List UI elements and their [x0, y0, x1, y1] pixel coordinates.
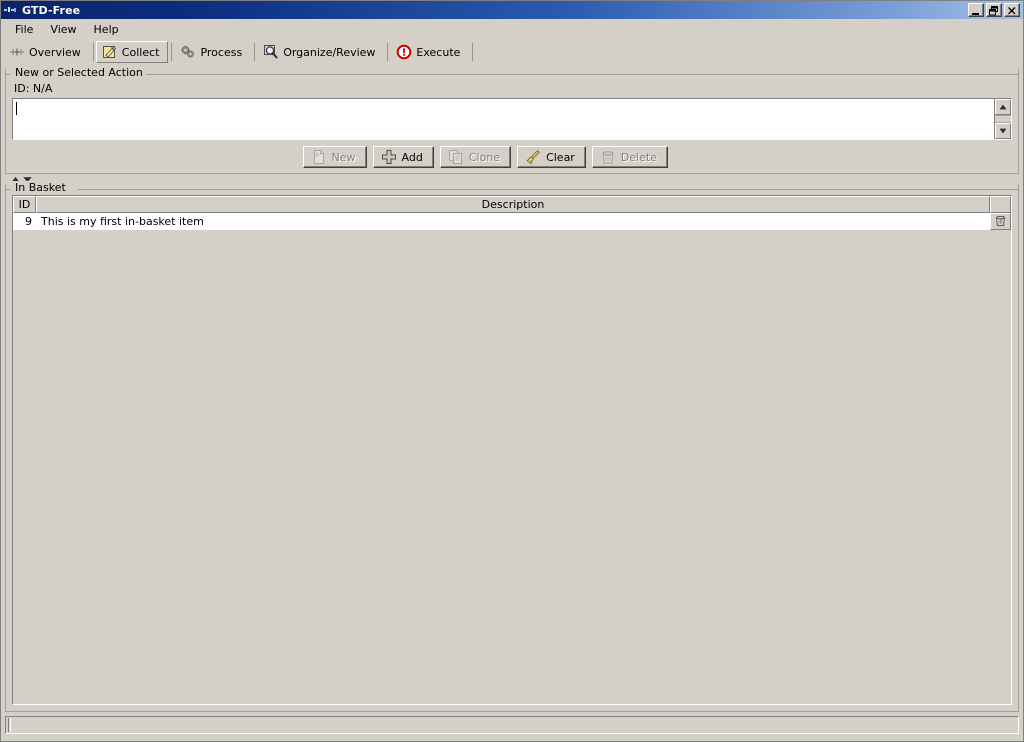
menu-bar: File View Help	[1, 19, 1023, 41]
window-title: GTD-Free	[22, 3, 81, 17]
clone-button[interactable]: Clone	[439, 146, 512, 168]
menu-help[interactable]: Help	[86, 21, 128, 39]
split-pane-divider[interactable]	[5, 174, 1019, 184]
close-button[interactable]	[1004, 3, 1020, 17]
window-bottom-edge	[1, 737, 1023, 741]
clone-copy-icon	[448, 149, 464, 165]
row-description: This is my first in-basket item	[41, 215, 204, 228]
magnifier-icon	[263, 44, 279, 60]
title-bar: GTD-Free	[1, 1, 1023, 19]
process-gears-icon	[180, 44, 196, 60]
text-caret	[16, 102, 17, 115]
menu-file[interactable]: File	[7, 21, 42, 39]
tab-separator	[387, 43, 389, 61]
delete-button-label: Delete	[620, 150, 657, 164]
tab-separator	[472, 43, 474, 61]
scroll-down-button[interactable]	[995, 123, 1011, 139]
collect-note-icon	[102, 44, 118, 60]
action-description-scrollbar[interactable]	[994, 99, 1011, 139]
column-header-id[interactable]: ID	[13, 196, 36, 213]
new-document-icon	[311, 149, 327, 165]
new-button-label: New	[331, 150, 356, 164]
window-controls	[968, 3, 1021, 17]
tab-separator	[92, 43, 94, 61]
broom-icon	[525, 149, 541, 165]
column-header-action[interactable]	[990, 196, 1011, 213]
scroll-up-button[interactable]	[995, 99, 1011, 115]
clear-button-label: Clear	[546, 150, 575, 164]
new-or-selected-action-panel: New or Selected Action ID: N/A New Add C…	[5, 66, 1019, 174]
menu-view[interactable]: View	[42, 21, 85, 39]
tab-separator	[254, 43, 256, 61]
tab-execute-label: Execute	[416, 45, 461, 59]
trash-icon	[994, 214, 1007, 230]
plus-icon	[381, 149, 397, 165]
panel-border-top: In Basket	[6, 181, 1018, 194]
trash-icon	[600, 149, 616, 165]
tab-organize-review[interactable]: Organize/Review	[257, 41, 385, 63]
action-buttons-row: New Add Clone Clear Delete	[6, 140, 1018, 168]
status-bar	[5, 716, 1019, 734]
action-panel-title: New or Selected Action	[12, 66, 146, 79]
action-description-input[interactable]	[13, 99, 994, 139]
table-empty-area	[13, 231, 1011, 704]
execute-alert-icon	[396, 44, 412, 60]
main-tab-bar: Overview Collect Process Organize/Review…	[1, 41, 1023, 63]
application-window: GTD-Free File View Help Overview Collect…	[0, 0, 1024, 742]
row-id: 9	[25, 215, 32, 228]
restore-button[interactable]	[986, 3, 1002, 17]
table-header-row: ID Description	[13, 196, 1011, 213]
tab-collect[interactable]: Collect	[95, 41, 169, 63]
panel-border-top: New or Selected Action	[6, 66, 1018, 79]
add-button[interactable]: Add	[372, 146, 434, 168]
status-bar-separator	[8, 718, 11, 732]
add-button-label: Add	[401, 150, 423, 164]
minimize-button[interactable]	[968, 3, 984, 17]
new-button[interactable]: New	[302, 146, 367, 168]
tab-overview-label: Overview	[29, 45, 81, 59]
table-body: 9 This is my first in-basket item	[13, 213, 1011, 704]
clone-button-label: Clone	[468, 150, 501, 164]
app-icon	[3, 3, 19, 17]
action-id-label: ID: N/A	[14, 82, 53, 95]
overview-icon	[9, 44, 25, 60]
in-basket-panel: In Basket ID Description 9 This is my fi…	[5, 181, 1019, 712]
tab-process-label: Process	[200, 45, 243, 59]
tab-overview[interactable]: Overview	[3, 41, 90, 63]
tab-execute[interactable]: Execute	[390, 41, 470, 63]
scrollbar-track[interactable]	[995, 115, 1011, 123]
tab-separator	[171, 43, 173, 61]
in-basket-panel-title: In Basket	[12, 181, 69, 194]
column-header-description[interactable]: Description	[36, 196, 990, 213]
clear-button[interactable]: Clear	[517, 146, 586, 168]
tab-organize-review-label: Organize/Review	[283, 45, 376, 59]
tab-collect-label: Collect	[121, 45, 160, 59]
in-basket-table: ID Description 9 This is my first in-bas…	[12, 195, 1012, 705]
tab-process[interactable]: Process	[174, 41, 252, 63]
row-delete-button[interactable]	[990, 213, 1011, 230]
table-row[interactable]: 9 This is my first in-basket item	[13, 213, 1011, 231]
main-content: New or Selected Action ID: N/A New Add C…	[1, 63, 1023, 716]
action-description-field-wrap	[12, 98, 1012, 140]
delete-button[interactable]: Delete	[591, 146, 668, 168]
